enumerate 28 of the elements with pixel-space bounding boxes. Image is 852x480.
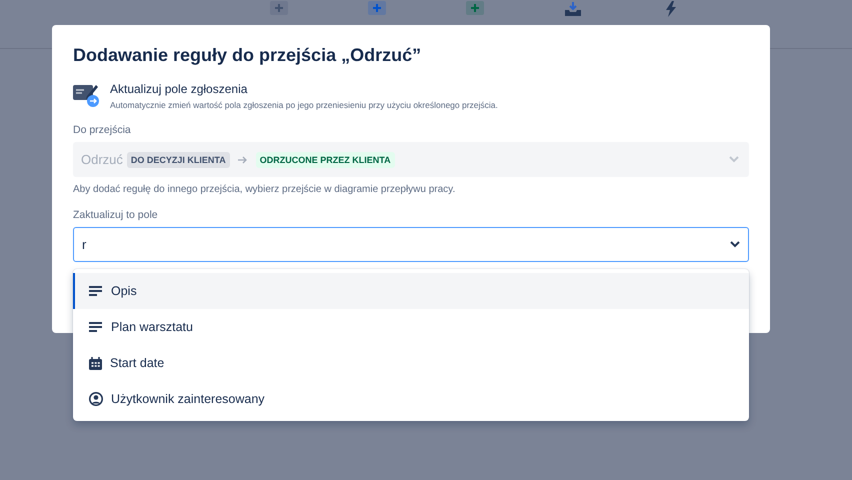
field-label: Do przejścia [73,124,132,136]
transition-select[interactable]: Odrzuć DO DECYZJI KLIENTA ODRZUCONE PRZEZ KLIENTA [73,142,749,177]
chevron-down-icon [730,241,740,248]
plus-icon[interactable] [466,1,484,15]
transition-name: Odrzuć [81,152,123,167]
field-select-input[interactable]: r [73,227,749,262]
plus-icon[interactable] [270,1,288,15]
menu-option[interactable]: Opis [73,273,749,309]
menu-option[interactable]: Użytkownik zainteresowany [73,381,749,417]
status-lozenge: ODRZUCONE PRZEZ KLIENTA [256,152,395,168]
plus-icon[interactable] [368,1,386,15]
edit-card-icon [73,82,100,108]
rule-description: Automatycznie zmień wartość pola zgłoszenia po jego przeniesieniu przy użyciu określonego przejścia. [110,100,498,110]
menu-option[interactable]: Start date [73,345,749,381]
lightning-icon[interactable] [664,1,678,17]
arrow-right-icon [238,156,248,164]
status-lozenge: DO DECYZJI KLIENTA [126,152,230,168]
user-avatar-icon [89,392,103,406]
calendar-icon [89,356,102,370]
help-text: Aby dodać regułę do innego przejścia, wybierz przejście w diagramie przepływu pracy. [73,184,456,195]
dialog-title: Dodawanie reguły do przejścia „Odrzuć” [73,45,422,66]
field-label: Zaktualizuj to pole [73,209,159,221]
text-lines-icon [89,322,103,332]
menu-option[interactable]: Plan warsztatu [73,309,749,345]
chevron-down-icon [729,156,739,163]
rule-name: Aktualizuj pole zgłoszenia [110,82,248,96]
tray-download-icon[interactable] [564,1,582,17]
text-lines-icon [89,286,103,296]
